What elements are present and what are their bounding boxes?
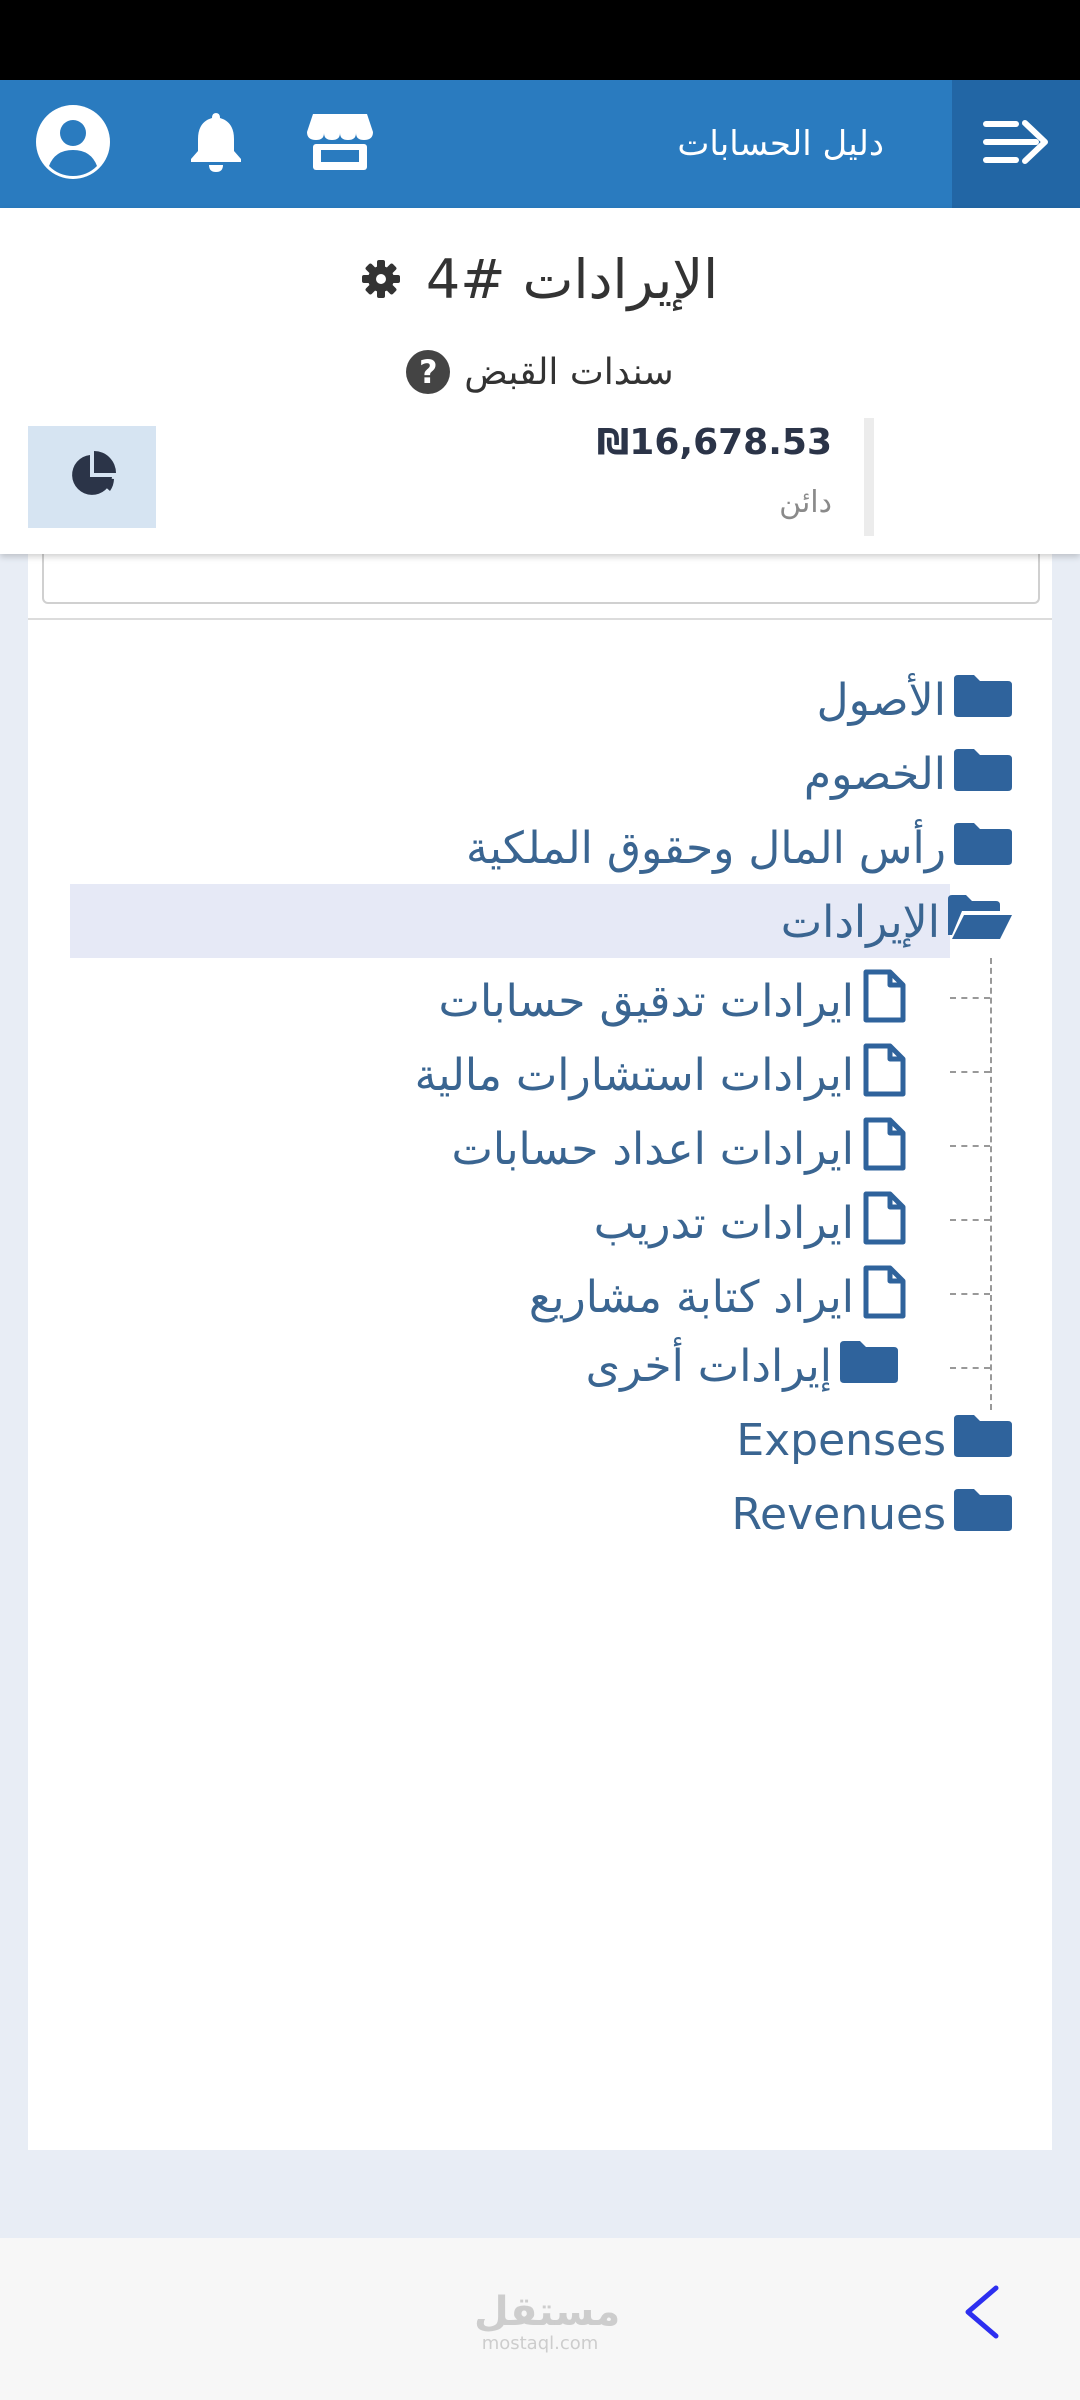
folder-icon — [954, 747, 1012, 802]
menu-button[interactable] — [952, 80, 1080, 208]
folder-icon — [954, 1487, 1012, 1542]
store-button[interactable] — [300, 80, 380, 208]
tree-node-label: ايرادات تدريب — [593, 1198, 854, 1249]
help-icon[interactable]: ? — [406, 350, 451, 394]
balance-type: دائن — [779, 485, 832, 520]
tree-connector — [950, 1071, 990, 1073]
bottom-bar: مستقل mostaql.com — [0, 2238, 1080, 2400]
balance-amount: ₪16,678.53 — [596, 422, 832, 463]
tree-child-node[interactable]: ايرادات اعداد حسابات — [451, 1117, 906, 1182]
tree-node-label: Expenses — [736, 1415, 946, 1466]
brand-url: mostaql.com — [481, 2333, 599, 2354]
tree-node-label: رأس المال وحقوق الملكية — [466, 823, 946, 874]
top-app-bar: دليل الحسابات — [0, 80, 1080, 208]
tree-node[interactable]: Expenses — [736, 1413, 1012, 1468]
status-bar — [0, 0, 1080, 80]
notifications-button[interactable] — [176, 80, 256, 208]
folder-icon — [954, 1413, 1012, 1468]
brand-name: مستقل — [474, 2289, 621, 2335]
tree-node[interactable]: الأصول — [817, 673, 1012, 728]
store-icon — [307, 112, 373, 176]
file-icon — [862, 1191, 906, 1256]
folder-icon — [954, 821, 1012, 876]
tree-connector — [950, 997, 990, 999]
tree-node[interactable]: الخصوم — [804, 747, 1012, 802]
divider — [28, 618, 1052, 620]
tree-node-label: Revenues — [731, 1489, 946, 1540]
tree-child-node[interactable]: ايرادات تدريب — [594, 1191, 906, 1256]
folder-open-icon — [948, 895, 1012, 950]
tree-connector — [990, 958, 992, 1410]
divider — [864, 418, 874, 536]
tree-connector — [950, 1293, 990, 1295]
tree-connector — [950, 1145, 990, 1147]
tree-node-label: الإيرادات — [780, 897, 940, 948]
tree-node-label: ايرادات تدقيق حسابات — [438, 976, 854, 1027]
user-icon — [35, 104, 111, 184]
page-title: دليل الحسابات — [677, 124, 884, 164]
pie-chart-icon — [68, 451, 116, 503]
tree-child-node[interactable]: ايراد كتابة مشاريع — [529, 1265, 906, 1330]
tree-node[interactable]: Revenues — [731, 1487, 1012, 1542]
back-button[interactable] — [958, 2284, 1008, 2340]
tree-child-node[interactable]: ايرادات تدقيق حسابات — [439, 969, 906, 1034]
profile-button[interactable] — [30, 80, 116, 208]
balance-block: ₪16,678.53 دائن — [597, 422, 832, 520]
file-icon — [862, 1043, 906, 1108]
folder-icon — [840, 1339, 898, 1394]
account-title: الإيرادات #4 — [425, 248, 719, 311]
brand-logo: مستقل mostaql.com — [474, 2289, 621, 2354]
tree-node-label: إيرادات أخرى — [585, 1341, 832, 1392]
tree-node[interactable]: رأس المال وحقوق الملكية — [466, 821, 1012, 876]
tree-node-label: الأصول — [816, 675, 946, 726]
tree-child-node[interactable]: إيرادات أخرى — [586, 1339, 898, 1394]
account-tree-panel: الأصول الخصوم رأس المال وحقوق الملكية ال… — [28, 530, 1052, 2150]
file-icon — [862, 1117, 906, 1182]
tree-connector — [950, 1367, 990, 1369]
account-subtitle: سندات القبض — [464, 351, 674, 393]
tree-node-label: ايرادات استشارات مالية — [414, 1050, 854, 1101]
folder-icon — [954, 673, 1012, 728]
menu-arrow-icon — [983, 117, 1049, 171]
tree-child-node[interactable]: ايرادات استشارات مالية — [415, 1043, 906, 1108]
chevron-left-icon — [958, 2285, 1008, 2344]
file-icon — [862, 969, 906, 1034]
file-icon — [862, 1265, 906, 1330]
tree-node-label: ايراد كتابة مشاريع — [528, 1272, 854, 1323]
tree-node-selected[interactable]: الإيرادات — [781, 895, 1012, 950]
bell-icon — [189, 111, 243, 177]
settings-gear-icon[interactable] — [361, 248, 400, 311]
chart-button[interactable] — [28, 426, 156, 528]
tree-connector — [950, 1219, 990, 1221]
account-header-card: الإيرادات #4 سندات القبض ? ₪16,678.53 دا… — [0, 208, 1080, 554]
tree-node-label: ايرادات اعداد حسابات — [451, 1124, 854, 1175]
tree-node-label: الخصوم — [803, 749, 946, 800]
